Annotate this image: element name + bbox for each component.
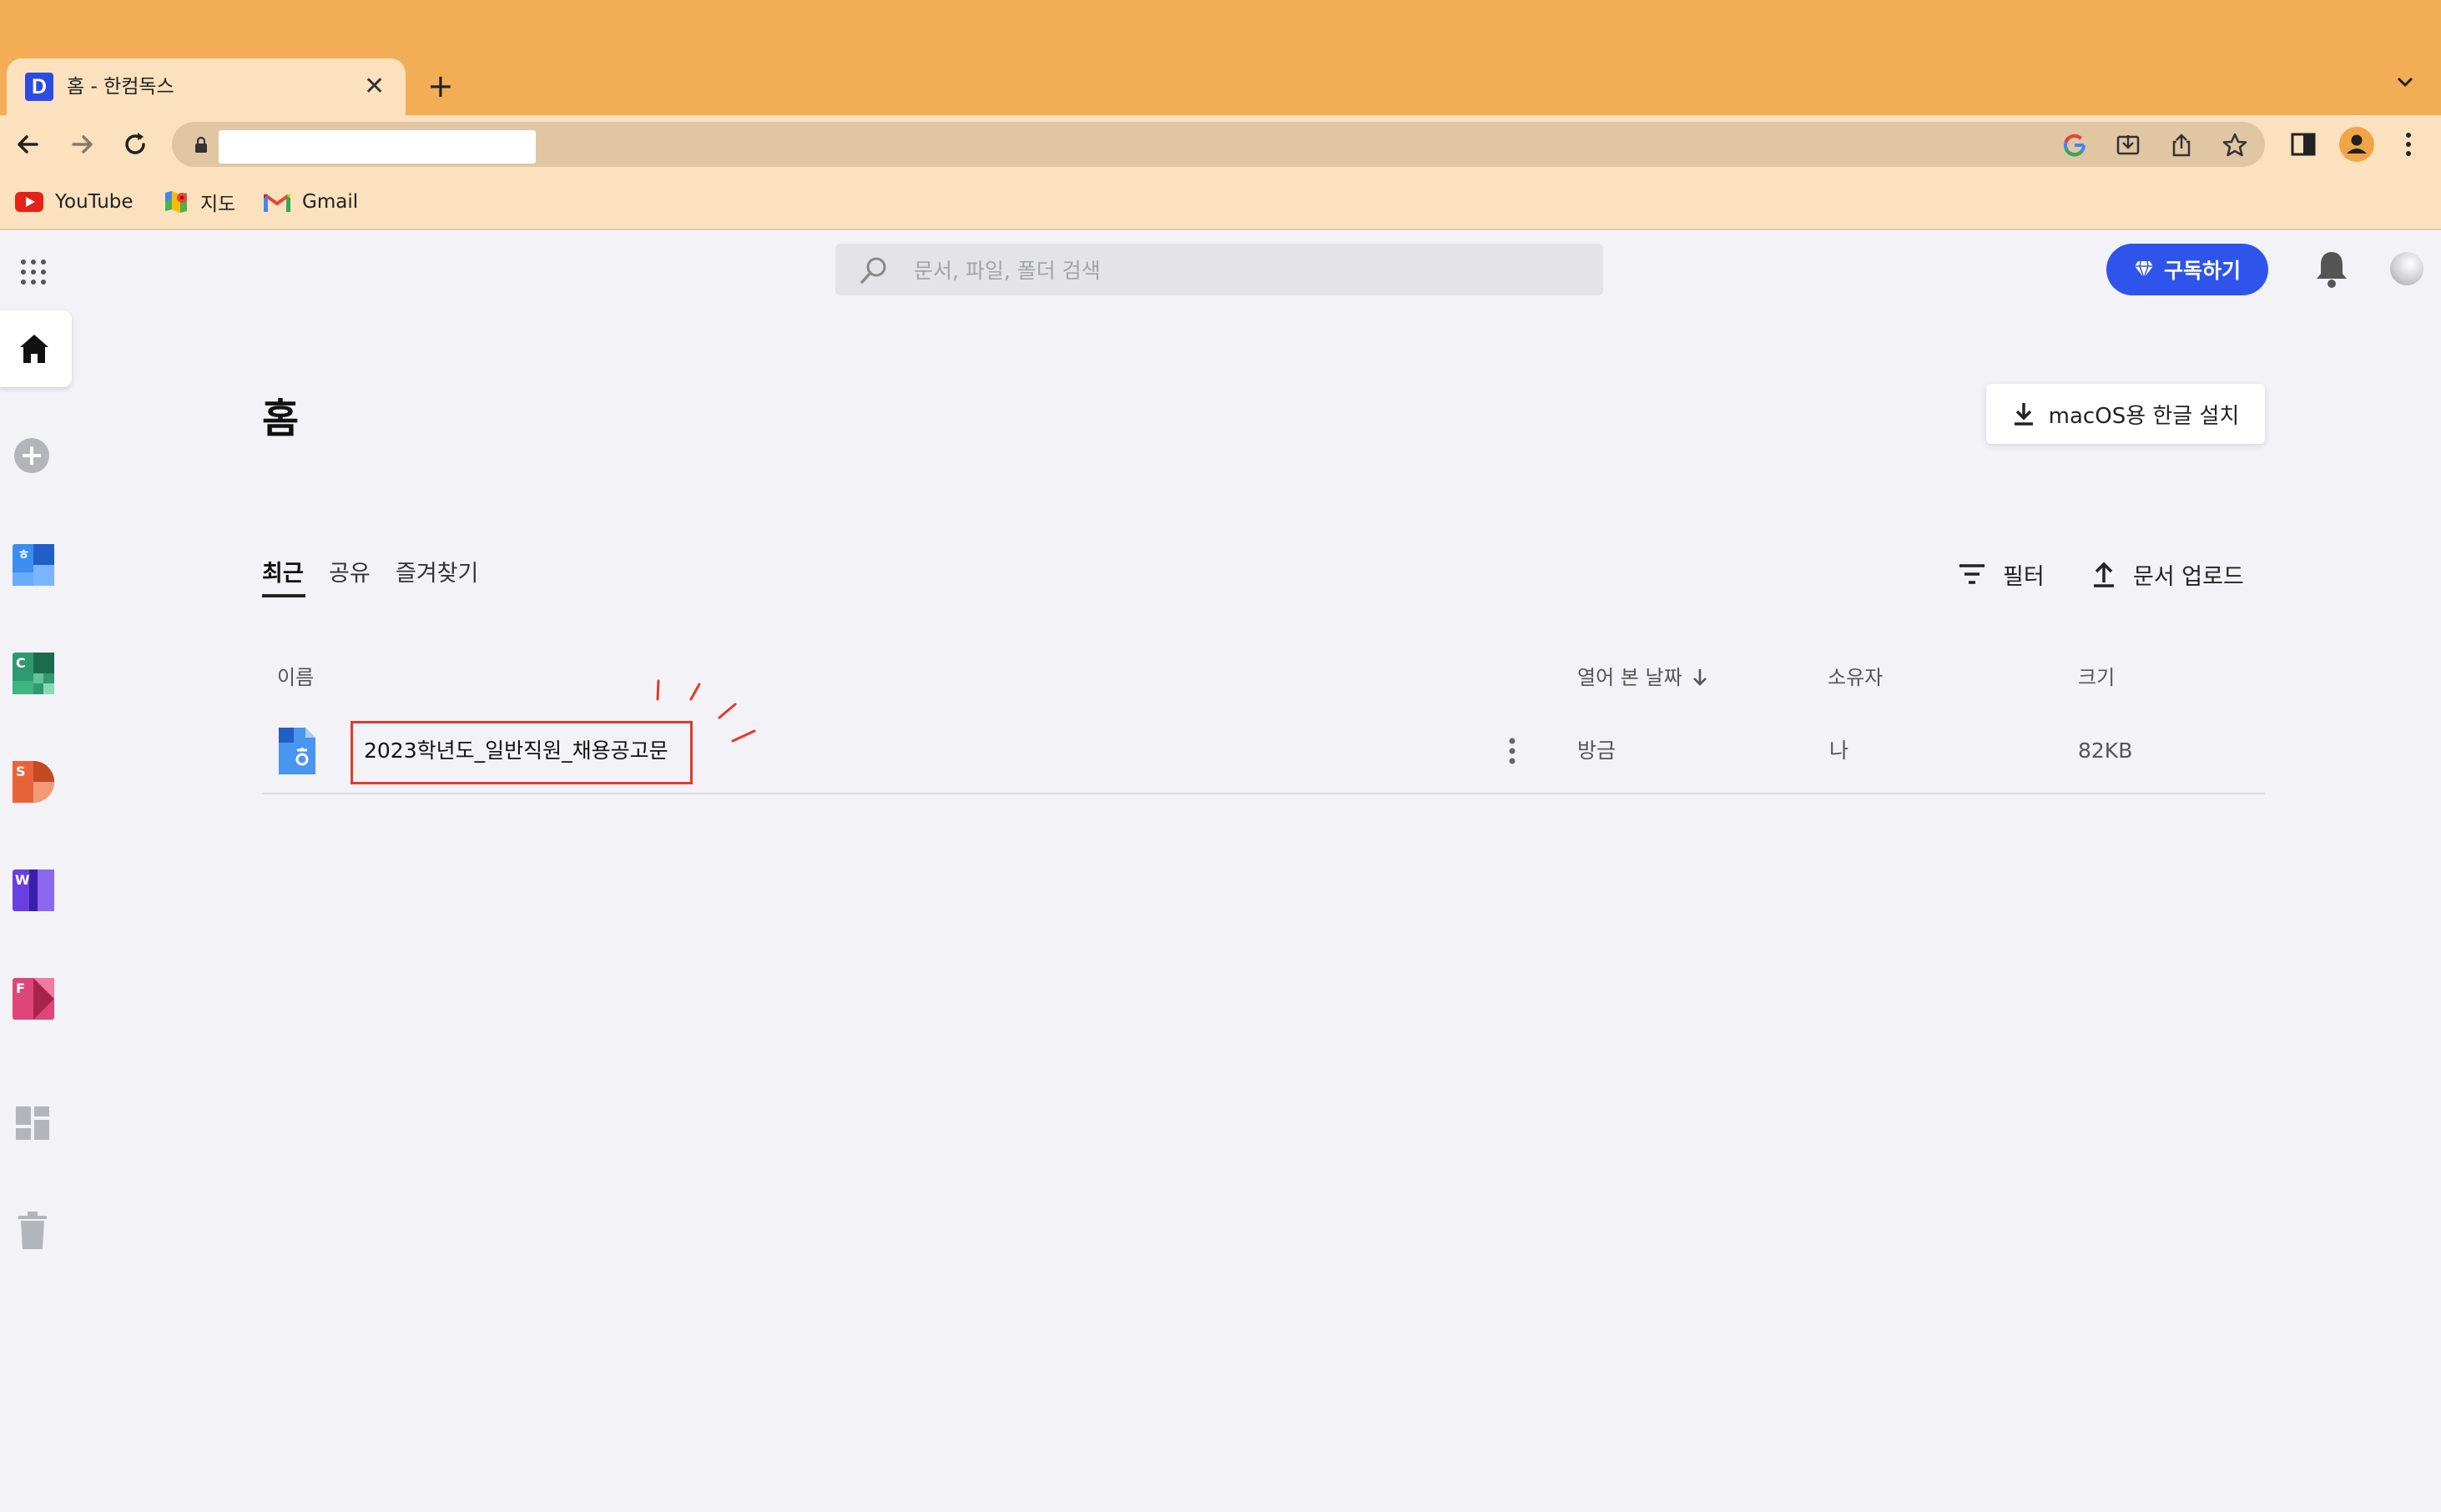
templates-icon[interactable] bbox=[14, 1105, 51, 1142]
add-icon[interactable] bbox=[13, 437, 50, 474]
url-field[interactable] bbox=[219, 130, 536, 164]
hcell-app-icon[interactable]: C bbox=[11, 651, 56, 696]
browser-menu-dots-icon[interactable] bbox=[2397, 128, 2420, 161]
column-header-opened[interactable]: 열어 본 날짜 bbox=[1577, 661, 1709, 694]
tab-shared[interactable]: 공유 bbox=[329, 557, 371, 591]
home-icon bbox=[20, 335, 48, 363]
bookmarks-bar: YouTube 지도 Gmail bbox=[0, 174, 2441, 230]
upload-label: 문서 업로드 bbox=[2133, 563, 2244, 590]
diamond-icon bbox=[2134, 260, 2153, 279]
bookmark-gmail[interactable]: Gmail bbox=[264, 185, 358, 219]
pdf-app-icon[interactable]: F bbox=[11, 976, 56, 1021]
install-app-icon[interactable] bbox=[2115, 132, 2141, 159]
upload-icon bbox=[2094, 562, 2114, 587]
install-label: macOS용 한글 설치 bbox=[2048, 403, 2240, 429]
gmail-icon bbox=[264, 194, 290, 212]
filter-button[interactable]: 필터 bbox=[1958, 556, 2045, 592]
page-title: 홈 bbox=[262, 396, 300, 442]
hshow-app-icon[interactable]: S bbox=[11, 759, 56, 804]
sort-descending-arrow-icon bbox=[1692, 669, 1707, 686]
browser-tab-strip: D 홈 - 한컴독스 ✕ + bbox=[0, 0, 2441, 115]
app-letter: F bbox=[16, 980, 25, 996]
bookmark-youtube[interactable]: YouTube bbox=[15, 185, 134, 219]
search-bar bbox=[835, 244, 1603, 297]
column-header-size[interactable]: 크기 bbox=[2078, 661, 2115, 694]
file-size: 82KB bbox=[2078, 738, 2133, 763]
forward-arrow-icon[interactable] bbox=[65, 128, 98, 161]
download-icon bbox=[2014, 403, 2033, 426]
new-tab-plus-icon[interactable]: + bbox=[427, 65, 454, 107]
reload-icon[interactable] bbox=[119, 128, 152, 161]
column-header-owner[interactable]: 소유자 bbox=[1828, 661, 1883, 694]
youtube-icon bbox=[15, 192, 43, 212]
search-input[interactable] bbox=[912, 244, 1583, 297]
active-tab-indicator bbox=[262, 594, 305, 597]
bookmark-maps[interactable]: 지도 bbox=[164, 185, 235, 219]
search-icon bbox=[860, 257, 886, 284]
app-letter: S bbox=[16, 764, 26, 779]
browser-tab-active[interactable]: D 홈 - 한컴독스 ✕ bbox=[7, 58, 406, 115]
tab-search-chevron-icon[interactable] bbox=[2393, 70, 2417, 93]
app-letter: C bbox=[16, 655, 26, 671]
address-bar[interactable] bbox=[172, 122, 2265, 167]
profile-avatar-icon[interactable] bbox=[2338, 126, 2375, 163]
sidebar-item-home[interactable] bbox=[0, 310, 72, 387]
hword-document-icon bbox=[279, 728, 315, 774]
bookmark-star-icon[interactable] bbox=[2222, 132, 2248, 159]
tab-title: 홈 - 한컴독스 bbox=[67, 76, 174, 98]
tab-recent[interactable]: 최근 bbox=[262, 557, 304, 591]
tab-close-icon[interactable]: ✕ bbox=[364, 70, 385, 103]
side-panel-icon[interactable] bbox=[2288, 129, 2318, 159]
install-hangul-macos-button[interactable]: macOS용 한글 설치 bbox=[1986, 384, 2265, 444]
hancom-docs-app: ㅎ C S W F 문서, 파일, 폴더 검색 구독하기 홈 macOS용 한글… bbox=[0, 230, 2441, 1512]
file-name[interactable]: 2023학년도_일반직원_채용공고문 bbox=[364, 734, 668, 768]
bookmark-label: Gmail bbox=[302, 191, 359, 213]
subscribe-button[interactable]: 구독하기 bbox=[2106, 244, 2268, 295]
more-options-icon[interactable] bbox=[1504, 733, 1521, 769]
notification-bell-icon[interactable] bbox=[2313, 249, 2350, 289]
apps-grid-icon[interactable] bbox=[18, 257, 48, 287]
word-app-icon[interactable]: W bbox=[11, 868, 56, 913]
browser-toolbar bbox=[0, 115, 2441, 174]
column-header-name[interactable]: 이름 bbox=[277, 661, 314, 694]
table-row[interactable]: 2023학년도_일반직원_채용공고문 방금 나 82KB bbox=[262, 713, 2265, 794]
share-icon[interactable] bbox=[2168, 132, 2195, 159]
file-opened-date: 방금 bbox=[1577, 738, 1616, 763]
subscribe-label: 구독하기 bbox=[2163, 259, 2241, 283]
filter-icon bbox=[1959, 564, 1985, 584]
bookmark-label: 지도 bbox=[200, 194, 236, 215]
hword-app-icon[interactable]: ㅎ bbox=[11, 542, 56, 587]
trash-icon[interactable] bbox=[17, 1212, 48, 1250]
hancom-docs-favicon-icon: D bbox=[25, 73, 53, 101]
google-lens-g-icon[interactable] bbox=[2061, 132, 2088, 159]
user-avatar[interactable] bbox=[2390, 252, 2423, 285]
lock-icon[interactable] bbox=[194, 137, 209, 154]
svg-text:ㅎ: ㅎ bbox=[18, 547, 30, 562]
app-letter: W bbox=[15, 872, 30, 888]
column-header-opened-label: 열어 본 날짜 bbox=[1577, 666, 1682, 689]
back-arrow-icon[interactable] bbox=[12, 128, 45, 161]
filter-label: 필터 bbox=[2003, 563, 2045, 590]
file-owner: 나 bbox=[1829, 738, 1849, 763]
tab-favorites[interactable]: 즐겨찾기 bbox=[396, 557, 478, 591]
upload-document-button[interactable]: 문서 업로드 bbox=[2091, 556, 2244, 592]
maps-icon bbox=[165, 191, 187, 213]
bookmark-label: YouTube bbox=[55, 191, 134, 213]
